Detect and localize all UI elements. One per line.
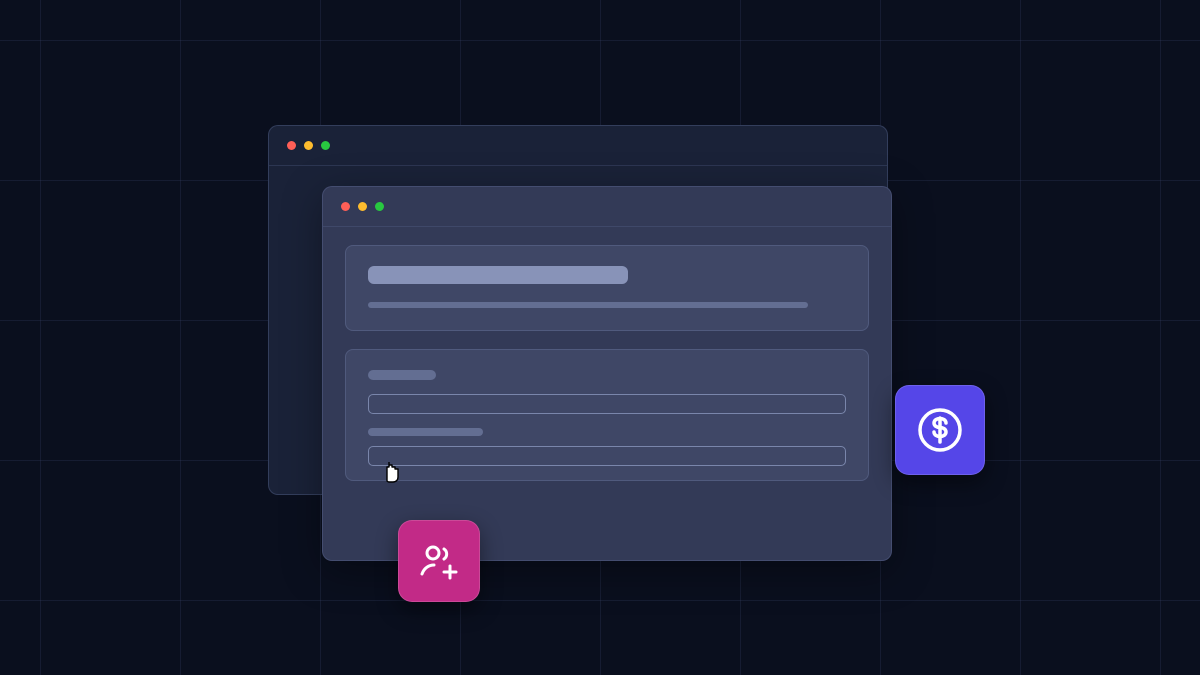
form-card — [345, 349, 869, 481]
minimize-icon[interactable] — [358, 202, 367, 211]
titlebar-back — [269, 126, 887, 166]
maximize-icon[interactable] — [321, 141, 330, 150]
pointer-cursor-icon — [380, 459, 402, 490]
field-label-placeholder — [368, 370, 436, 380]
dollar-circle-icon — [915, 405, 965, 455]
dollar-badge — [895, 385, 985, 475]
field-label-placeholder-2 — [368, 428, 483, 436]
close-icon[interactable] — [287, 141, 296, 150]
subheading-placeholder — [368, 302, 808, 308]
add-user-badge — [398, 520, 480, 602]
heading-placeholder — [368, 266, 628, 284]
browser-window-front — [322, 186, 892, 561]
minimize-icon[interactable] — [304, 141, 313, 150]
close-icon[interactable] — [341, 202, 350, 211]
text-input-2[interactable] — [368, 446, 846, 466]
maximize-icon[interactable] — [375, 202, 384, 211]
text-input[interactable] — [368, 394, 846, 414]
header-card — [345, 245, 869, 331]
titlebar-front — [323, 187, 891, 227]
add-user-icon — [416, 538, 462, 584]
